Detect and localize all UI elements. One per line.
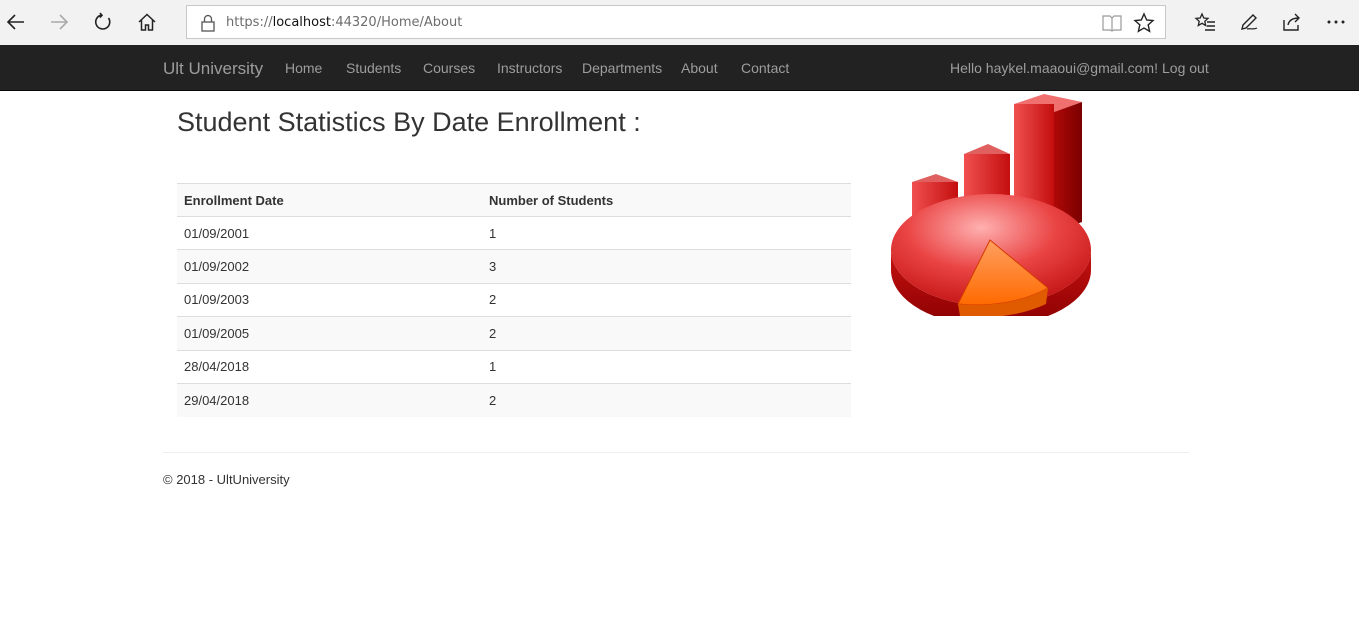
table-row: 01/09/2005 2 [177,316,851,351]
page-title: Student Statistics By Date Enrollment : [177,107,641,137]
forward-arrow-icon [51,14,69,30]
cell-count: 1 [482,350,851,384]
browser-toolbar: https://localhost:44320/Home/About [0,0,1359,45]
pie-chart-graphic [891,194,1091,316]
favorite-star-icon[interactable] [1133,12,1155,34]
more-dots-icon [1327,20,1345,24]
cell-date: 29/04/2018 [177,383,482,417]
url-host: localhost [272,15,331,30]
table-row: 01/09/2001 1 [177,216,851,251]
favorites-hub-button[interactable] [1190,8,1220,36]
refresh-icon [94,12,111,30]
site-navbar: Ult University Home Students Courses Ins… [0,45,1359,91]
favorites-list-icon [1194,12,1215,31]
column-header-count: Number of Students [482,183,851,217]
cell-count: 1 [482,216,851,251]
nav-about[interactable]: About [681,60,718,76]
url-path: :44320/Home/About [330,15,463,30]
nav-contact[interactable]: Contact [741,60,789,76]
back-arrow-icon [6,14,24,30]
reading-view-icon[interactable] [1102,14,1122,32]
cell-date: 01/09/2002 [177,249,482,284]
table-row: 28/04/2018 1 [177,350,851,384]
cell-date: 28/04/2018 [177,350,482,384]
refresh-button[interactable] [88,8,118,36]
home-button[interactable] [132,8,162,36]
cell-count: 2 [482,316,851,351]
brand-link[interactable]: Ult University [163,59,263,79]
nav-instructors[interactable]: Instructors [497,60,562,76]
table-header-row: Enrollment Date Number of Students [177,183,851,217]
cell-date: 01/09/2003 [177,283,482,318]
url-text: https://localhost:44320/Home/About [226,15,462,30]
cell-date: 01/09/2001 [177,216,482,251]
footer-copyright: © 2018 - UltUniversity [163,472,290,487]
url-prefix: https:// [226,15,273,30]
cell-count: 2 [482,383,851,417]
home-icon [138,13,156,31]
nav-home[interactable]: Home [285,60,322,76]
forward-button[interactable] [44,8,74,36]
cell-date: 01/09/2005 [177,316,482,351]
enrollment-stats-table: Enrollment Date Number of Students 01/09… [177,183,851,417]
nav-courses[interactable]: Courses [423,60,475,76]
lock-icon [201,14,215,32]
table-row: 29/04/2018 2 [177,383,851,417]
pen-icon [1241,14,1258,30]
table-row: 01/09/2002 3 [177,249,851,284]
back-button[interactable] [1,8,31,36]
footer-divider [163,452,1189,453]
notes-button[interactable] [1234,8,1264,36]
user-greeting-link[interactable]: Hello haykel.maaoui@gmail.com! [950,60,1158,76]
column-header-date: Enrollment Date [177,183,482,217]
chart-illustration-image [891,94,1091,316]
table-row: 01/09/2003 2 [177,283,851,318]
nav-students[interactable]: Students [346,60,401,76]
nav-departments[interactable]: Departments [582,60,662,76]
address-bar[interactable]: https://localhost:44320/Home/About [186,5,1166,39]
more-button[interactable] [1321,8,1351,36]
cell-count: 2 [482,283,851,318]
cell-count: 3 [482,249,851,284]
share-button[interactable] [1277,8,1307,36]
logout-link[interactable]: Log out [1162,60,1209,76]
share-icon [1283,13,1300,31]
